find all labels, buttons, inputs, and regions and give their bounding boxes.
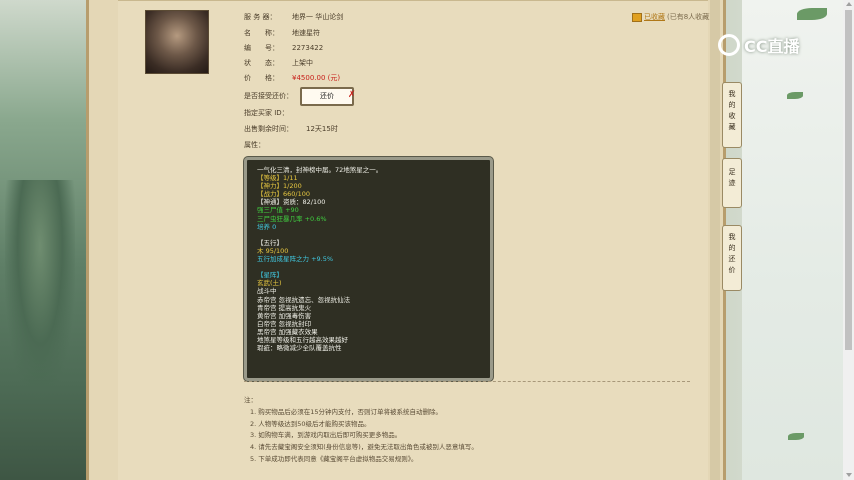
detail-label: 名 称： xyxy=(244,29,279,37)
server-row: 服 务 器： 地界一 华山论剑 xyxy=(244,12,343,22)
attribute-line: 五行加成星阵之力 +9.5% xyxy=(257,255,334,264)
notes-lines: 1. 购买物品后必须在15分钟内支付，否则订单将被系统自动删除。 2. 人物等级达… xyxy=(244,407,478,466)
attribute-line: 白帝宫 忽视抗封印 xyxy=(257,319,312,328)
note-line: 1. 购买物品后必须在15分钟内支付，否则订单将被系统自动删除。 xyxy=(250,407,443,416)
note-line: 2. 人物等级达到50级后才能购买该物品。 xyxy=(250,419,371,428)
buyer-label: 指定买家 ID： xyxy=(244,109,289,117)
detail-value: 上架中 xyxy=(292,59,313,67)
detail-value: 2273422 xyxy=(292,44,324,52)
divider xyxy=(244,381,690,382)
server-value: 地界一 华山论剑 xyxy=(292,13,344,21)
price-label: 价 格： xyxy=(244,74,279,82)
leaf-decoration xyxy=(788,433,804,440)
leaf-decoration xyxy=(787,92,803,99)
attribute-line: 赤帝宫 忽视抗遗忘、忽视抗仙法 xyxy=(257,295,351,304)
buyer-row: 指定买家 ID： xyxy=(244,108,306,118)
scenery-left xyxy=(0,0,86,480)
attribute-line: 黑帝宫 加强藏衣效果 xyxy=(257,327,318,336)
sidebar-tab-label: 我的收藏 xyxy=(728,90,736,131)
favorite-area: 已收藏 (已有8人收藏) xyxy=(632,12,712,22)
attribute-line: 三尸虫狂暴几率 +0.6% xyxy=(257,214,327,223)
sidebar: 我的收藏 足迹 我的还价 xyxy=(722,82,742,291)
note-line: 5. 下单成功即代表同意《藏宝阁平台虚拟物品交易规则》。 xyxy=(250,454,418,463)
attribute-line: 战斗中 xyxy=(257,287,277,296)
attribute-line: 培养 0 xyxy=(257,222,277,231)
sidebar-tab-label: 足迹 xyxy=(728,168,736,187)
notes: 注： 1. 购买物品后必须在15分钟内支付，否则订单将被系统自动删除。 2. 人物… xyxy=(244,395,478,466)
scenery-right xyxy=(742,0,854,480)
attribute-line xyxy=(257,231,382,239)
price-row: 价 格： ¥4500.00 (元) xyxy=(244,73,340,83)
cc-logo-text: CC直播 xyxy=(744,37,800,56)
attribute-line: 【五行】 xyxy=(257,238,283,247)
attribute-lines: 一气化三清，封神榜中届。72地煞星之一。 【等级】1/11 【神力】1/200 【战力… xyxy=(257,166,382,352)
sidebar-tab-label: 我的还价 xyxy=(728,233,736,274)
attribute-line: 一气化三清，封神榜中届。72地煞星之一。 xyxy=(257,166,383,174)
page-scrollbar[interactable] xyxy=(843,0,854,480)
attribute-tooltip: 一气化三清，封神榜中届。72地煞星之一。 【等级】1/11 【神力】1/200 【战力… xyxy=(244,157,493,381)
item-avatar xyxy=(145,10,209,74)
bargain-row: 是否接受还价： xyxy=(244,91,306,101)
detail-row-status: 状 态： 上架中 xyxy=(244,58,313,68)
favorite-link[interactable]: 已收藏 xyxy=(644,12,665,22)
remaining-value: 12天15时 xyxy=(306,125,338,133)
panel-scrollbar[interactable] xyxy=(710,0,720,480)
scroll-down-icon[interactable] xyxy=(846,473,852,477)
attribute-line: 黄帝宫 加强毒伤害 xyxy=(257,311,312,320)
attrs-label: 属性： xyxy=(244,141,265,149)
attribute-line: 【等级】1/11 xyxy=(257,174,298,183)
sidebar-tab-favorites[interactable]: 我的收藏 xyxy=(722,82,742,148)
attribute-line: 木 95/100 xyxy=(257,246,289,255)
detail-row-id: 编 号： 2273422 xyxy=(244,43,323,53)
sidebar-tab-bargains[interactable]: 我的还价 xyxy=(722,225,742,291)
detail-value: 地速星符 xyxy=(292,29,320,37)
detail-label: 编 号： xyxy=(244,44,279,52)
price-value: ¥4500.00 (元) xyxy=(292,74,341,82)
attribute-line: 瑕疵：略微减少全队覆盖抗性 xyxy=(257,344,342,353)
attribute-line: 青帝宫 提高抗鬼火 xyxy=(257,303,312,312)
remaining-label: 出售剩余时间： xyxy=(244,125,293,133)
bargain-x-icon: ✗ xyxy=(348,90,356,100)
scroll-up-icon[interactable] xyxy=(846,2,852,6)
leaf-decoration xyxy=(797,8,827,20)
detail-label: 状 态： xyxy=(244,59,279,67)
cc-logo-icon xyxy=(718,34,740,56)
favorite-count: (已有8人收藏) xyxy=(667,13,712,21)
attribute-line xyxy=(257,263,382,271)
server-label: 服 务 器： xyxy=(244,13,277,21)
scroll-thumb[interactable] xyxy=(845,10,852,350)
attribute-line: 强三尸值 +90 xyxy=(257,206,299,215)
favorite-icon[interactable] xyxy=(632,12,642,22)
detail-row-name: 名 称： 地速星符 xyxy=(244,28,320,38)
attrs-row: 属性： xyxy=(244,140,292,150)
bargain-button[interactable]: 还价 xyxy=(300,87,354,106)
notes-title: 注： xyxy=(244,396,257,404)
bargain-label: 是否接受还价： xyxy=(244,92,293,100)
note-line: 3. 如购物车满，到游戏内取出后即可购买更多物品。 xyxy=(250,431,402,440)
top-rule xyxy=(118,0,708,1)
remaining-row: 出售剩余时间： 12天15时 xyxy=(244,124,338,134)
note-line: 4. 请先去藏宝阁安全须知(身份信息等)，避免无法取出角色或被别人恶意填写。 xyxy=(250,443,478,452)
cc-logo: CC直播 xyxy=(718,33,800,57)
sidebar-tab-history[interactable]: 足迹 xyxy=(722,158,742,208)
attribute-line: 地煞星等级和五行越高效果越好 xyxy=(257,335,348,344)
scenery-tree xyxy=(5,180,75,400)
